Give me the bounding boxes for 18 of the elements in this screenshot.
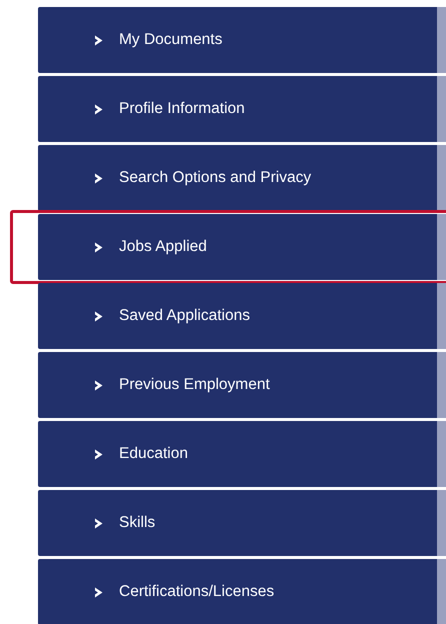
menu-item[interactable]: Saved Applications: [38, 283, 446, 349]
menu-item[interactable]: Previous Employment: [38, 352, 446, 418]
menu-item[interactable]: Education: [38, 421, 446, 487]
chevron-icon: [94, 242, 103, 252]
menu-item[interactable]: Skills: [38, 490, 446, 556]
menu-item[interactable]: My Documents: [38, 7, 446, 73]
chevron-icon: [94, 104, 103, 114]
menu-item[interactable]: Profile Information: [38, 76, 446, 142]
chevron-icon: [94, 380, 103, 390]
menu-item[interactable]: Jobs Applied: [38, 214, 446, 280]
chevron-icon: [94, 172, 103, 184]
chevron-icon: [94, 34, 103, 46]
chevron-icon: [94, 448, 103, 460]
menu-item[interactable]: Search Options and Privacy: [38, 145, 446, 211]
chevron-icon: [94, 518, 103, 528]
chevron-icon: [94, 310, 103, 322]
menu-item[interactable]: Certifications/Licenses: [38, 559, 446, 624]
chevron-icon: [94, 586, 103, 598]
